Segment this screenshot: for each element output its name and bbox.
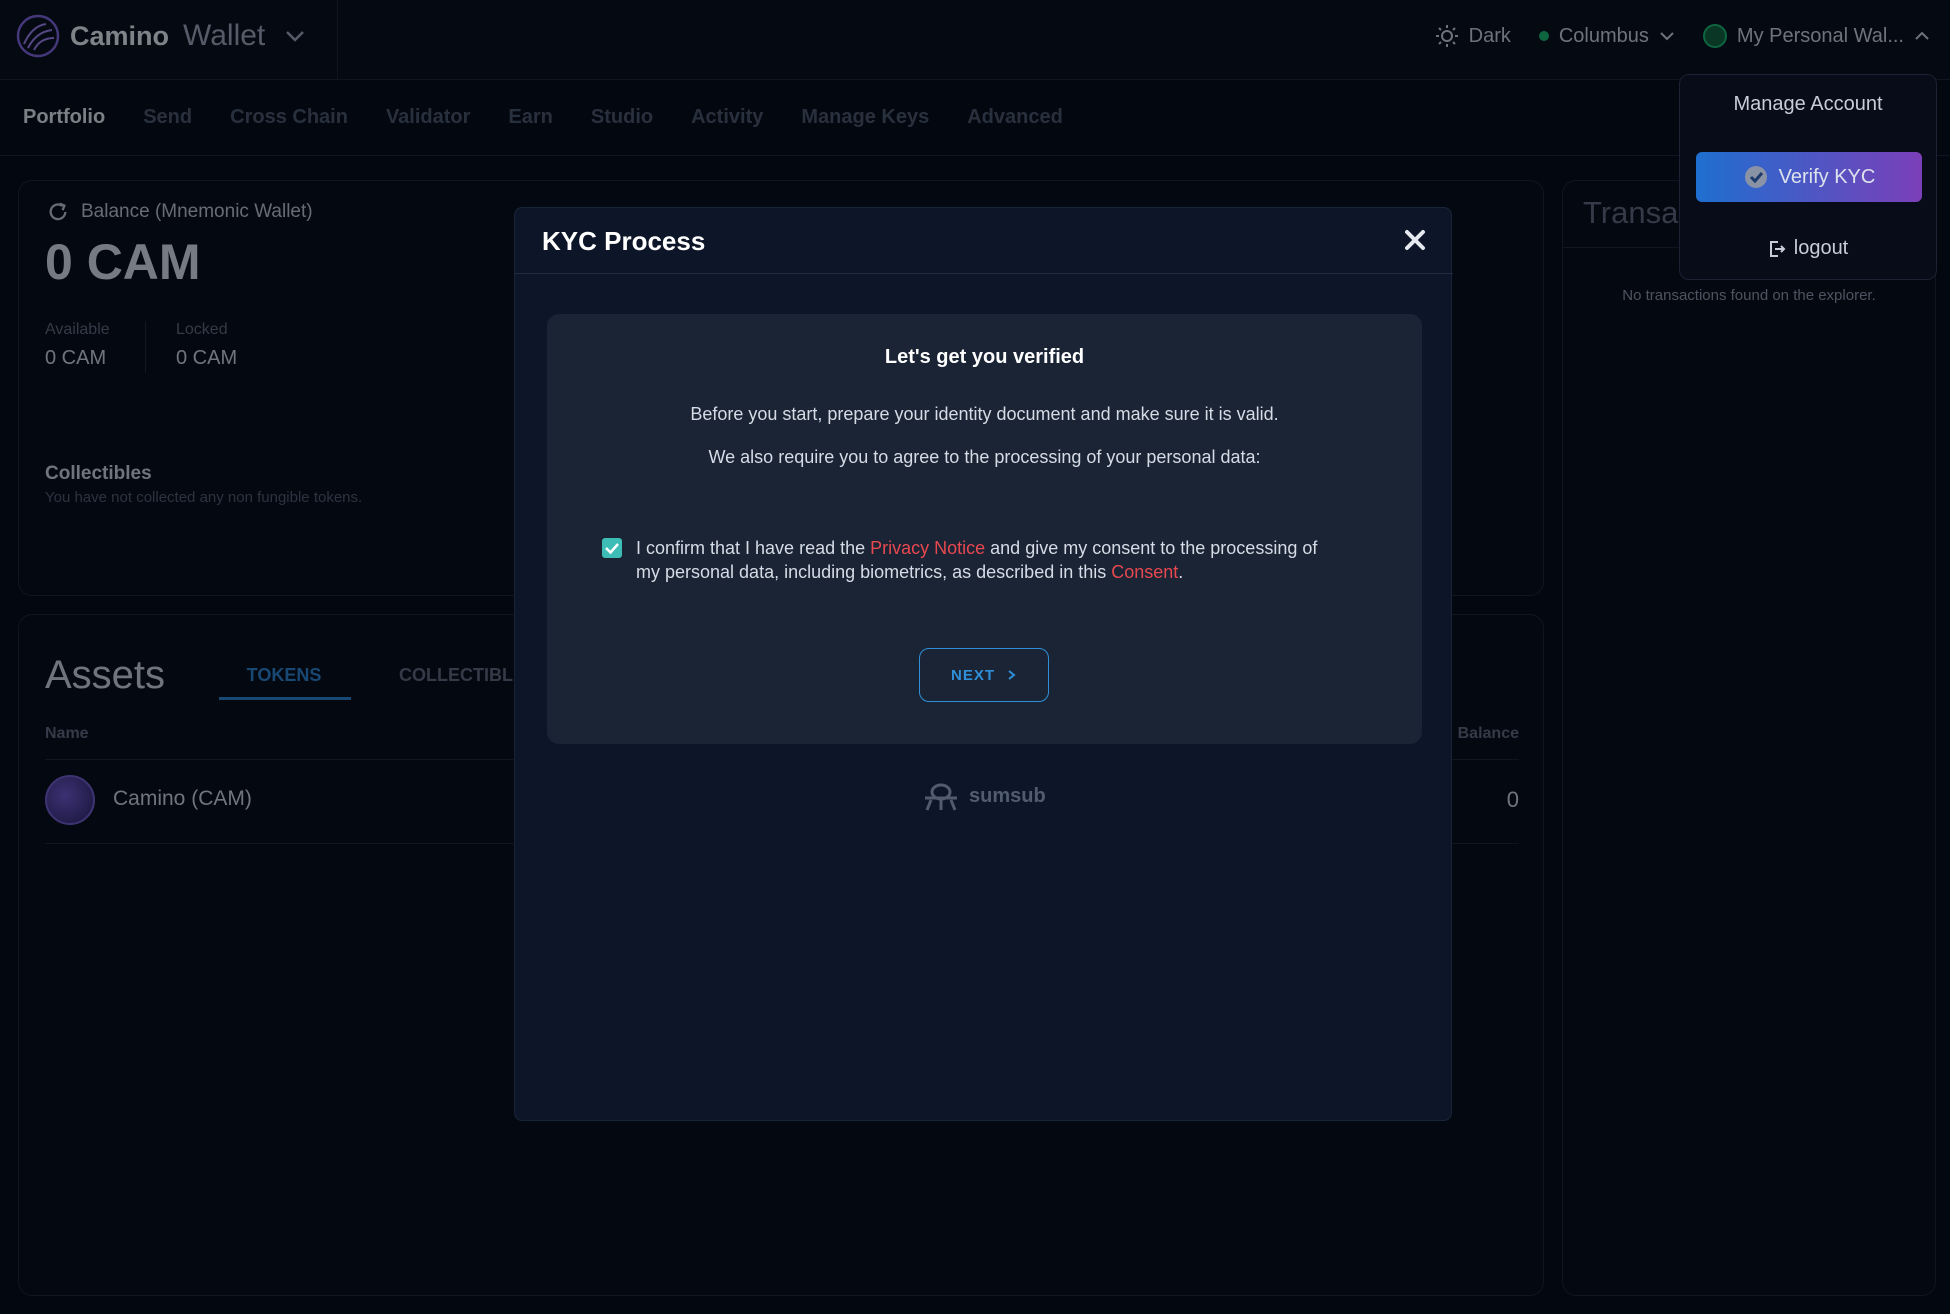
logout-icon	[1769, 240, 1786, 257]
sumsub-logo-icon	[925, 783, 957, 811]
close-icon[interactable]	[1399, 224, 1431, 256]
sumsub-label: sumsub	[969, 784, 1046, 807]
kyc-consent-intro: We also require you to agree to the proc…	[708, 447, 1261, 467]
consent-text-end: .	[1178, 562, 1184, 582]
consent-row: I confirm that I have read the Privacy N…	[602, 536, 1342, 584]
kyc-instruction: Before you start, prepare your identity …	[690, 404, 1279, 424]
verified-badge-icon	[1744, 166, 1767, 188]
consent-text-pre: I confirm that I have read the	[636, 538, 871, 558]
sumsub-branding: sumsub	[921, 780, 1046, 812]
account-dropdown: Manage Account Verify KYC logout	[1679, 74, 1937, 280]
kyc-heading: Let's get you verified	[884, 346, 1085, 368]
verify-kyc-label: Verify KYC	[1778, 165, 1876, 188]
logout-item[interactable]: logout	[1680, 237, 1936, 260]
consent-link[interactable]: Consent	[1111, 562, 1178, 582]
kyc-modal: KYC Process Let's get you verified Befor…	[514, 207, 1453, 1121]
logout-label: logout	[1793, 237, 1849, 259]
modal-header: KYC Process	[515, 208, 1453, 274]
modal-title: KYC Process	[542, 226, 706, 256]
verify-kyc-button[interactable]: Verify KYC	[1696, 152, 1922, 202]
next-button[interactable]: NEXT	[919, 648, 1049, 702]
chevron-right-icon	[1008, 670, 1016, 680]
consent-text: I confirm that I have read the Privacy N…	[636, 536, 1342, 584]
manage-account-item[interactable]: Manage Account	[1680, 93, 1936, 116]
checkmark-icon	[605, 543, 619, 555]
kyc-intro-panel: Let's get you verified Before you start,…	[547, 314, 1422, 744]
consent-checkbox[interactable]	[602, 538, 622, 558]
next-label: NEXT	[950, 666, 995, 684]
privacy-notice-link[interactable]: Privacy Notice	[870, 538, 985, 558]
